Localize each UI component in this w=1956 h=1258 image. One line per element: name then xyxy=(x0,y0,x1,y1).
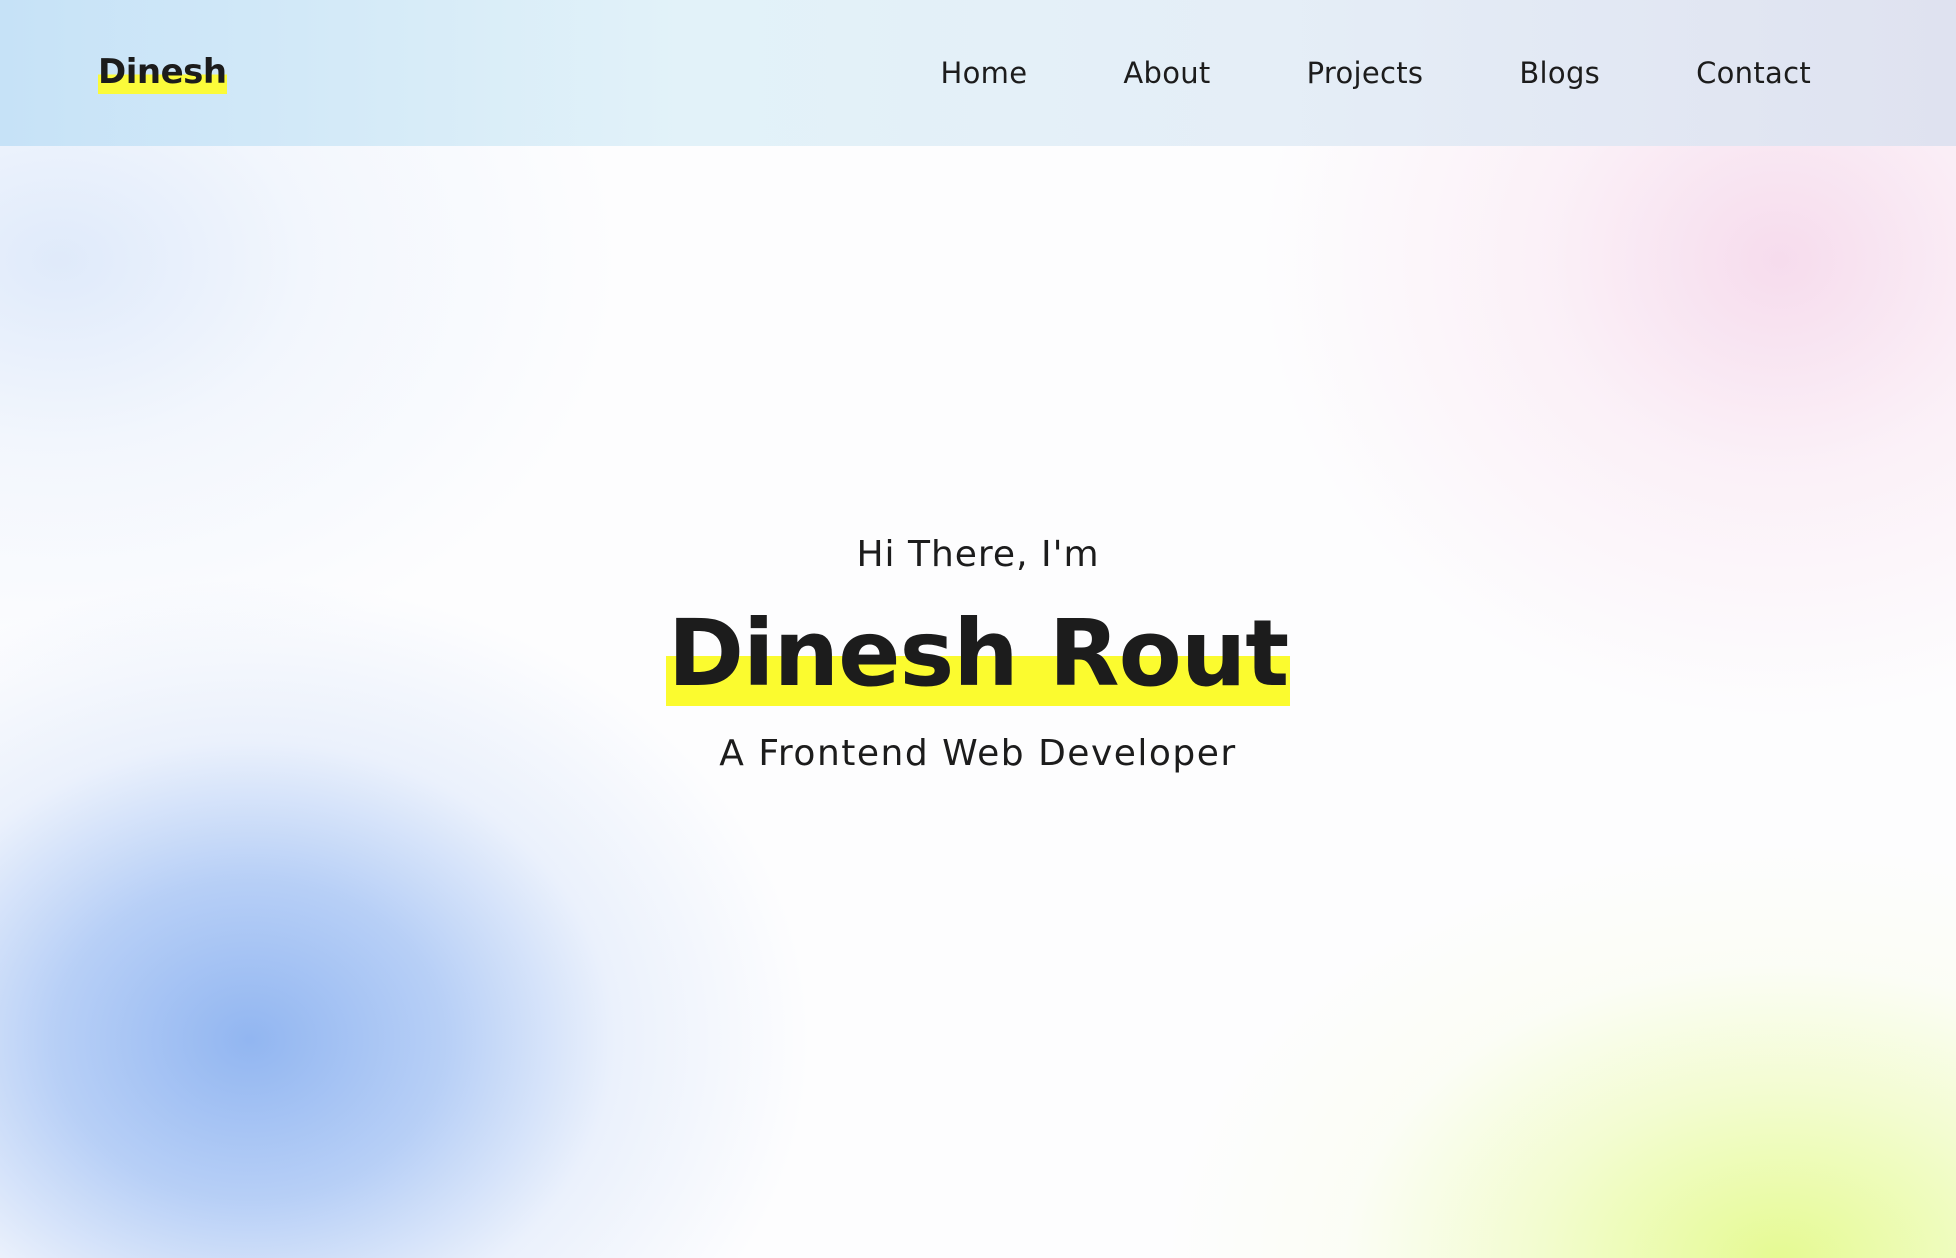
navbar: Dinesh Home About Projects Blogs Contact xyxy=(0,0,1956,146)
nav-menu: Home About Projects Blogs Contact xyxy=(941,50,1811,96)
nav-link-home[interactable]: Home xyxy=(941,50,1028,96)
hero-name-wrapper: Dinesh Rout xyxy=(0,602,1956,706)
hero-greeting: Hi There, I'm xyxy=(856,534,1100,575)
hero-name: Dinesh Rout xyxy=(665,600,1291,707)
hero-section: Hi There, I'm Dinesh Rout A Frontend Web… xyxy=(0,520,1956,784)
nav-link-projects[interactable]: Projects xyxy=(1307,50,1424,96)
nav-link-contact[interactable]: Contact xyxy=(1696,50,1811,96)
nav-link-blogs[interactable]: Blogs xyxy=(1519,50,1600,96)
hero-role: A Frontend Web Developer xyxy=(719,733,1237,774)
nav-link-about[interactable]: About xyxy=(1123,50,1210,96)
brand-logo[interactable]: Dinesh xyxy=(98,46,227,98)
